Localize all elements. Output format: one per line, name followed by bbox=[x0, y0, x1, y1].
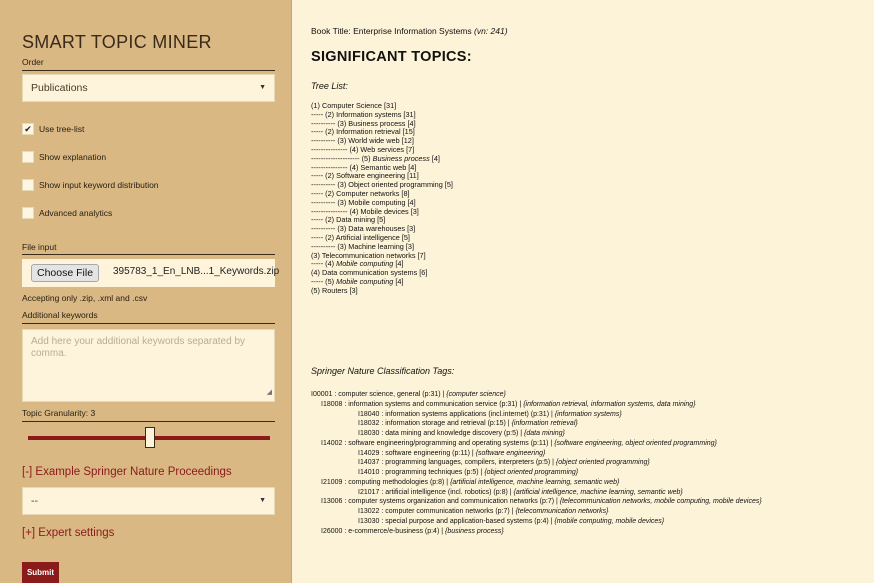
tag-topics: {artificial intelligence, machine learni… bbox=[450, 478, 620, 486]
tag-code: I14002 : software engineering/programmin… bbox=[321, 439, 555, 447]
tag-code: I14029 : software engineering (p:11) | bbox=[358, 449, 476, 457]
order-divider bbox=[22, 70, 275, 71]
tag-topics: {telecommunication networks} bbox=[515, 508, 609, 515]
tree-list-heading: Tree List: bbox=[311, 81, 348, 91]
expert-settings-toggle[interactable]: [+] Expert settings bbox=[22, 527, 114, 539]
classification-tags-heading: Springer Nature Classification Tags: bbox=[311, 366, 455, 376]
tag-row: I13030 : special purpose and application… bbox=[311, 517, 762, 527]
tag-code: I18032 : information storage and retriev… bbox=[358, 420, 512, 428]
granularity-label: Topic Granularity: 3 bbox=[22, 408, 96, 418]
tag-topics: {information systems} bbox=[554, 410, 622, 418]
tag-code: I18040 : information systems application… bbox=[358, 410, 555, 418]
tree-row-italic: Mobile computing bbox=[336, 259, 394, 269]
tag-topics: {business process} bbox=[444, 527, 504, 535]
tag-topics: {mobile computing, mobile devices} bbox=[554, 517, 665, 525]
tree-row-prefix: -------------------- (5) bbox=[311, 153, 373, 163]
granularity-slider-thumb[interactable] bbox=[145, 427, 155, 448]
accepting-note: Accepting only .zip, .xml and .csv bbox=[22, 293, 148, 303]
classification-tags: I00001 : computer science, general (p:31… bbox=[311, 390, 762, 536]
granularity-divider bbox=[22, 421, 275, 422]
tag-code: I18008 : information systems and communi… bbox=[321, 400, 524, 408]
topic-tree: (1) Computer Science [31] ----- (2) Infor… bbox=[311, 101, 453, 296]
book-title-prefix: Book Title: bbox=[311, 26, 354, 36]
order-select-value: Publications bbox=[31, 82, 88, 94]
tag-code: I21017 : artificial intelligence (incl. … bbox=[358, 488, 514, 496]
tree-row: (5) Routers [3] bbox=[311, 285, 358, 295]
order-label: Order bbox=[22, 57, 44, 67]
tag-code: I26000 : e-commerce/e-business (p:4) | bbox=[321, 527, 445, 535]
page-title: SIGNIFICANT TOPICS: bbox=[311, 49, 472, 65]
file-input-label: File input bbox=[22, 242, 57, 252]
tag-row: I21017 : artificial intelligence (incl. … bbox=[311, 488, 762, 498]
additional-keywords-label: Additional keywords bbox=[22, 310, 98, 320]
tag-row: I21009 : computing methodologies (p:8) |… bbox=[311, 478, 762, 488]
tag-topics: {software engineering} bbox=[475, 449, 546, 457]
tree-row-suffix: [4] bbox=[393, 259, 404, 269]
tree-row-prefix: ----- (4) bbox=[311, 259, 337, 269]
tag-code: I18030 : data mining and knowledge disco… bbox=[358, 430, 525, 437]
tag-topics: {information retrieval} bbox=[511, 420, 578, 428]
tag-row: I13022 : computer communication networks… bbox=[311, 507, 762, 517]
chevron-down-icon: ▼ bbox=[259, 497, 266, 504]
additional-keywords-divider bbox=[22, 323, 275, 324]
tree-row-prefix: ----- (5) bbox=[311, 276, 337, 286]
tag-code: I14037 : programming languages, compiler… bbox=[358, 459, 556, 467]
example-select-value: -- bbox=[31, 495, 38, 507]
tag-code: I13022 : computer communication networks… bbox=[358, 508, 516, 515]
tag-row: I14029 : software engineering (p:11) | {… bbox=[311, 449, 762, 459]
checkbox-box[interactable] bbox=[22, 179, 34, 191]
tree-row-suffix: [4] bbox=[393, 276, 404, 286]
tag-topics: {object oriented programming} bbox=[555, 459, 650, 467]
tree-row-italic: Mobile computing bbox=[336, 276, 394, 286]
tag-row: I14037 : programming languages, compiler… bbox=[311, 458, 762, 468]
tag-row: I13006 : computer systems organization a… bbox=[311, 497, 762, 507]
checkbox-box[interactable] bbox=[22, 151, 34, 163]
sidebar: SMART TOPIC MINER Order Publications ▼ ✔… bbox=[0, 0, 292, 583]
tag-code: I00001 : computer science, general (p:31… bbox=[311, 391, 447, 398]
tag-code: I13006 : computer systems organization a… bbox=[321, 498, 560, 506]
tag-topics: {object oriented programming} bbox=[484, 469, 579, 476]
tag-code: I14010 : programming techniques (p:5) | bbox=[358, 469, 485, 476]
tag-topics: {data mining} bbox=[524, 430, 565, 437]
tag-topics: {information retrieval, information syst… bbox=[523, 400, 696, 408]
tag-code: I13030 : special purpose and application… bbox=[358, 517, 555, 525]
example-proceedings-toggle[interactable]: [-] Example Springer Nature Proceedings bbox=[22, 466, 232, 478]
tag-row: I18008 : information systems and communi… bbox=[311, 400, 762, 410]
app-title: SMART TOPIC MINER bbox=[22, 32, 212, 52]
tag-row: I14002 : software engineering/programmin… bbox=[311, 439, 762, 449]
order-select[interactable]: Publications ▼ bbox=[22, 74, 275, 102]
tag-code: I21009 : computing methodologies (p:8) | bbox=[321, 478, 451, 486]
choose-file-button[interactable]: Choose File bbox=[31, 264, 100, 282]
tag-row: I26000 : e-commerce/e-business (p:4) | {… bbox=[311, 527, 762, 537]
selected-file-name: 395783_1_En_LNB...1_Keywords.zip bbox=[113, 266, 280, 277]
checkbox-label: Advanced analytics bbox=[39, 208, 113, 218]
book-title: Enterprise Information Systems bbox=[353, 26, 472, 36]
tag-row: I18032 : information storage and retriev… bbox=[311, 419, 762, 429]
file-input[interactable]: Choose File 395783_1_En_LNB...1_Keywords… bbox=[22, 259, 279, 287]
checkbox-label: Use tree-list bbox=[39, 124, 85, 134]
tree-row-suffix: [4] bbox=[429, 153, 440, 163]
tag-topics: {computer science} bbox=[446, 391, 506, 398]
tag-topics: {artificial intelligence, machine learni… bbox=[513, 488, 683, 496]
checkbox-box[interactable] bbox=[22, 207, 34, 219]
example-proceedings-select[interactable]: -- ▼ bbox=[22, 487, 275, 515]
submit-button[interactable]: Submit bbox=[22, 562, 59, 583]
tag-row: I18040 : information systems application… bbox=[311, 410, 762, 420]
tree-row-italic: Business process bbox=[372, 153, 430, 163]
additional-keywords-input[interactable]: Add here your additional keywords separa… bbox=[22, 329, 275, 402]
tag-topics: {software engineering, object oriented p… bbox=[554, 439, 717, 447]
tag-row: I00001 : computer science, general (p:31… bbox=[311, 390, 762, 400]
chevron-down-icon: ▼ bbox=[259, 84, 266, 91]
checkbox-label: Show explanation bbox=[39, 152, 107, 162]
book-title-line: Book Title: Enterprise Information Syste… bbox=[311, 26, 508, 36]
additional-keywords-placeholder: Add here your additional keywords separa… bbox=[31, 336, 246, 359]
checkbox-label: Show input keyword distribution bbox=[39, 180, 159, 190]
resize-handle-icon[interactable]: ◢ bbox=[267, 387, 272, 399]
checkbox-box[interactable]: ✔ bbox=[22, 123, 34, 135]
tag-row: I18030 : data mining and knowledge disco… bbox=[311, 429, 762, 439]
book-vn: (vn: 241) bbox=[471, 26, 508, 36]
file-input-divider bbox=[22, 254, 275, 255]
tag-row: I14010 : programming techniques (p:5) | … bbox=[311, 468, 762, 478]
tag-topics: {telecommunication networks, mobile comp… bbox=[559, 498, 762, 506]
